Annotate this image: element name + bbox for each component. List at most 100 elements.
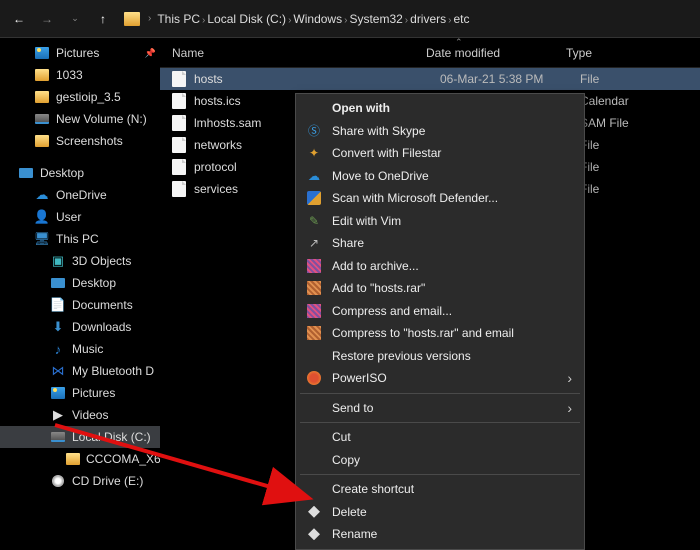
tree-item-cd-drive-e-[interactable]: CD Drive (E:): [0, 470, 160, 492]
cloud-icon: ☁: [306, 168, 322, 184]
tree-item-label: Pictures: [72, 386, 115, 400]
tree-item-1033[interactable]: 1033: [0, 64, 160, 86]
menu-item-poweriso[interactable]: PowerISO: [298, 367, 582, 390]
shield-icon: [306, 190, 322, 206]
tree-item-label: Videos: [72, 408, 108, 422]
menu-item-scan-with-microsoft-defender-[interactable]: Scan with Microsoft Defender...: [298, 187, 582, 210]
menu-item-move-to-onedrive[interactable]: ☁ Move to OneDrive: [298, 165, 582, 188]
breadcrumb-segment[interactable]: System32: [347, 10, 404, 28]
cd-icon: [50, 473, 66, 489]
breadcrumb-segment[interactable]: Local Disk (C:): [205, 10, 288, 28]
tree-item-label: Screenshots: [56, 134, 123, 148]
file-icon: [172, 181, 186, 197]
pic-icon: [50, 385, 66, 401]
folder-icon: [124, 12, 140, 26]
menu-item-label: PowerISO: [332, 371, 387, 385]
3d-icon: ▣: [50, 253, 66, 269]
recent-dropdown[interactable]: ⌄: [62, 6, 88, 32]
tree-item-cccoma-x64f[interactable]: CCCOMA_X64F: [0, 448, 160, 470]
up-button[interactable]: ↑: [90, 6, 116, 32]
tree-item-documents[interactable]: 📄Documents: [0, 294, 160, 316]
tree-item-3d-objects[interactable]: ▣3D Objects: [0, 250, 160, 272]
tree-item-onedrive[interactable]: ☁OneDrive: [0, 184, 160, 206]
rar2-icon: [306, 325, 322, 341]
tree-item-label: Music: [72, 342, 103, 356]
menu-item-label: Rename: [332, 527, 377, 541]
column-date[interactable]: Date modified: [426, 46, 566, 60]
tree-item-music[interactable]: ♪ Music: [0, 338, 160, 360]
menu-item-restore-previous-versions[interactable]: Restore previous versions: [298, 345, 582, 368]
tree-item-desktop[interactable]: Desktop: [0, 162, 160, 184]
context-menu: Open with Ⓢ Share with Skype ✦Convert with …: [295, 93, 585, 550]
column-headers[interactable]: Name Date modified Type: [160, 38, 700, 68]
menu-item-label: Send to: [332, 401, 373, 415]
menu-item-compress-and-email-[interactable]: Compress and email...: [298, 300, 582, 323]
menu-item-rename[interactable]: Rename: [298, 523, 582, 546]
tree-item-downloads[interactable]: ⬇Downloads: [0, 316, 160, 338]
menu-item-label: Share with Skype: [332, 124, 425, 138]
menu-item-label: Create shortcut: [332, 482, 414, 496]
menu-item-copy[interactable]: Copy: [298, 449, 582, 472]
ren-icon: [306, 526, 322, 542]
back-button[interactable]: ←: [6, 6, 32, 32]
breadcrumb-segment[interactable]: etc: [452, 10, 472, 28]
menu-item-share-with-skype[interactable]: Ⓢ Share with Skype: [298, 120, 582, 143]
tree-item-pictures[interactable]: Pictures: [0, 42, 160, 64]
breadcrumb-segment[interactable]: drivers: [408, 10, 448, 28]
menu-item-add-to-archive-[interactable]: Add to archive...: [298, 255, 582, 278]
tree-item-desktop[interactable]: Desktop: [0, 272, 160, 294]
menu-item-convert-with-filestar[interactable]: ✦Convert with Filestar: [298, 142, 582, 165]
tree-item-label: CD Drive (E:): [72, 474, 143, 488]
menu-item-open-with[interactable]: Open with: [298, 97, 582, 120]
onedrive-icon: ☁: [34, 187, 50, 203]
menu-item-share[interactable]: ↗Share: [298, 232, 582, 255]
menu-item-label: Move to OneDrive: [332, 169, 429, 183]
column-name[interactable]: Name: [172, 46, 426, 60]
tree-item-user[interactable]: 👤User: [0, 206, 160, 228]
folder-icon: [34, 133, 50, 149]
menu-item-delete[interactable]: Delete: [298, 501, 582, 524]
menu-item-cut[interactable]: Cut: [298, 426, 582, 449]
tree-item-label: Pictures: [56, 46, 99, 60]
tree-item-local-disk-c-[interactable]: Local Disk (C:): [0, 426, 160, 448]
menu-item-create-shortcut[interactable]: Create shortcut: [298, 478, 582, 501]
menu-item-add-to-hosts-rar-[interactable]: Add to "hosts.rar": [298, 277, 582, 300]
tree-item-screenshots[interactable]: Screenshots: [0, 130, 160, 152]
tree-item-this-pc[interactable]: 🖥This PC: [0, 228, 160, 250]
rar2-icon: [306, 280, 322, 296]
menu-item-label: Scan with Microsoft Defender...: [332, 191, 498, 205]
tree-item-label: Local Disk (C:): [72, 430, 151, 444]
tree-item-videos[interactable]: ▶Videos: [0, 404, 160, 426]
menu-item-compress-to-hosts-rar-and-email[interactable]: Compress to "hosts.rar" and email: [298, 322, 582, 345]
file-type: SAM File: [580, 116, 629, 130]
music-icon: ♪: [50, 341, 66, 357]
menu-item-label: Share: [332, 236, 364, 250]
desktop-icon: [18, 165, 34, 181]
menu-separator: [300, 474, 580, 475]
file-type: File: [580, 72, 599, 86]
del-icon: [306, 504, 322, 520]
tree-item-my-bluetooth-d[interactable]: ⋈My Bluetooth D: [0, 360, 160, 382]
forward-button[interactable]: →: [34, 6, 60, 32]
menu-item-send-to[interactable]: Send to: [298, 397, 582, 420]
navigation-tree[interactable]: Pictures 1033gestioip_3.5 New Volume (N:) S…: [0, 38, 160, 537]
tree-item-pictures[interactable]: Pictures: [0, 382, 160, 404]
menu-item-edit-with-vim[interactable]: ✎Edit with Vim: [298, 210, 582, 233]
tree-item-new-volume-n-[interactable]: New Volume (N:): [0, 108, 160, 130]
folder-icon: [34, 89, 50, 105]
tree-item-gestioip-3-5[interactable]: gestioip_3.5: [0, 86, 160, 108]
file-row[interactable]: hosts06-Mar-21 5:38 PMFile: [160, 68, 700, 90]
user-icon: 👤: [34, 209, 50, 225]
breadcrumb-segment[interactable]: Windows: [291, 10, 344, 28]
skype-icon: Ⓢ: [306, 123, 322, 139]
folder-icon: [66, 451, 80, 467]
menu-item-label: Add to archive...: [332, 259, 419, 273]
tree-item-label: CCCOMA_X64F: [86, 452, 160, 466]
breadcrumb[interactable]: › This PC›Local Disk (C:)›Windows›System…: [124, 12, 472, 26]
chevron-icon: ›: [448, 15, 451, 26]
pic-icon: [34, 45, 50, 61]
tree-item-label: New Volume (N:): [56, 112, 147, 126]
breadcrumb-segment[interactable]: This PC: [155, 10, 202, 28]
column-type[interactable]: Type: [566, 46, 700, 60]
file-icon: [172, 71, 186, 87]
